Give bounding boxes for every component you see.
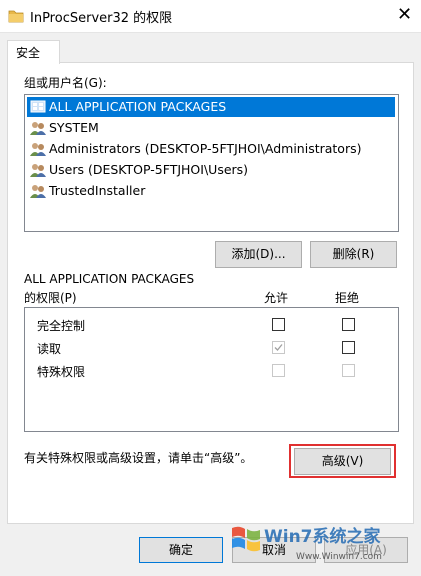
permission-name: 读取: [37, 342, 62, 356]
window-title: InProcServer32 的权限: [30, 11, 173, 26]
list-item[interactable]: Administrators (DESKTOP-5FTJHOI\Administ…: [27, 139, 395, 159]
watermark: Win7系统之家 Www.Winwin7.com: [228, 512, 421, 575]
folder-icon: [8, 10, 24, 23]
allow-read-checkbox[interactable]: [272, 341, 285, 354]
allow-full-control-checkbox[interactable]: [272, 318, 285, 331]
deny-special-checkbox[interactable]: [342, 364, 355, 377]
permissions-list: 完全控制 读取 特殊权限: [24, 307, 399, 432]
list-item[interactable]: SYSTEM: [27, 118, 395, 138]
close-icon: ✕: [396, 4, 413, 25]
permissions-label-line1: ALL APPLICATION PACKAGES: [24, 272, 195, 286]
watermark-brand: Win7系统之家: [264, 527, 381, 547]
highlight-box: [289, 444, 396, 478]
users-icon: [30, 122, 46, 135]
users-icon: [30, 185, 46, 198]
list-item[interactable]: ALL APPLICATION PACKAGES: [27, 97, 395, 117]
checkmark-icon: [274, 344, 283, 351]
tab-security[interactable]: 安全: [7, 40, 60, 64]
windows-logo-icon: [232, 526, 260, 552]
list-item-label: ALL APPLICATION PACKAGES: [49, 99, 227, 114]
permission-name: 特殊权限: [37, 365, 86, 379]
title-bar: InProcServer32 的权限 ✕: [0, 0, 421, 32]
watermark-url: Www.Winwin7.com: [296, 552, 382, 562]
remove-button[interactable]: 删除(R): [310, 241, 397, 268]
list-item[interactable]: TrustedInstaller: [27, 181, 395, 201]
deny-column-header: 拒绝: [335, 291, 360, 305]
list-item[interactable]: Users (DESKTOP-5FTJHOI\Users): [27, 160, 395, 180]
allow-special-checkbox[interactable]: [272, 364, 285, 377]
allow-column-header: 允许: [264, 291, 289, 305]
permissions-label-line2: 的权限(P): [24, 291, 77, 305]
group-user-list[interactable]: ALL APPLICATION PACKAGES SYSTEM Administ…: [24, 94, 399, 232]
deny-read-checkbox[interactable]: [342, 341, 355, 354]
deny-full-control-checkbox[interactable]: [342, 318, 355, 331]
add-button[interactable]: 添加(D)...: [215, 241, 302, 268]
advanced-hint: 有关特殊权限或高级设置，请单击“高级”。: [24, 451, 253, 465]
users-icon: [30, 143, 46, 156]
ok-button[interactable]: 确定: [139, 537, 223, 563]
list-item-label: Administrators (DESKTOP-5FTJHOI\Administ…: [49, 141, 362, 156]
close-button[interactable]: ✕: [388, 0, 421, 30]
app-packages-icon: [30, 100, 46, 113]
users-icon: [30, 164, 46, 177]
group-list-label: 组或用户名(G):: [24, 76, 107, 90]
tab-security-label: 安全: [16, 46, 41, 60]
list-item-label: SYSTEM: [49, 120, 99, 135]
permission-name: 完全控制: [37, 319, 86, 333]
list-item-label: Users (DESKTOP-5FTJHOI\Users): [49, 162, 249, 177]
list-item-label: TrustedInstaller: [49, 183, 146, 198]
